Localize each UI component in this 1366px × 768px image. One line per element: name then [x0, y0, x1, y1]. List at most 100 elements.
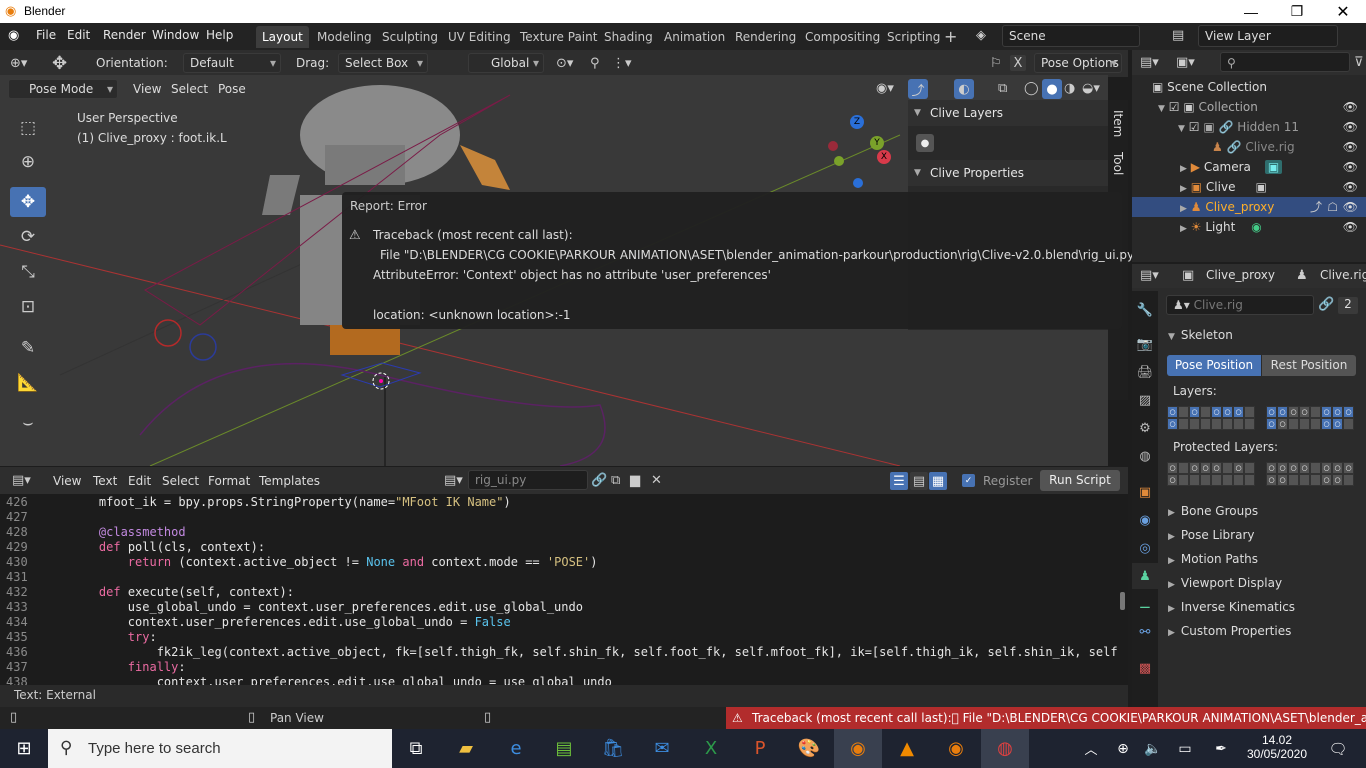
- layer-toggle[interactable]: [1288, 418, 1299, 430]
- chrome-icon[interactable]: ◍: [981, 729, 1029, 768]
- layer-toggle[interactable]: ○: [1167, 462, 1178, 474]
- layer-toggle[interactable]: [1178, 406, 1189, 418]
- maximize-button[interactable]: ❐: [1274, 0, 1320, 23]
- protected-layers-right[interactable]: ○ ○ ○ ○ ○ ○ ○ ○ ○ ○ ○: [1266, 462, 1354, 486]
- axis-neg-y-icon[interactable]: [834, 156, 844, 166]
- text-menu-text[interactable]: Text: [93, 474, 117, 488]
- rest-position-button[interactable]: Rest Position: [1262, 355, 1356, 376]
- scale-tool[interactable]: ⤡: [10, 257, 46, 287]
- editor-type-icon[interactable]: ⊕▾: [10, 56, 27, 71]
- tab-sculpting[interactable]: Sculpting: [376, 26, 444, 48]
- layer-toggle[interactable]: [1178, 462, 1189, 474]
- armature-data-tab-icon[interactable]: ♟: [1132, 563, 1158, 589]
- tab-compositing[interactable]: Compositing: [799, 26, 886, 48]
- outliner-row-camera[interactable]: ▶ ▶ Camera ▣ 👁: [1132, 157, 1366, 177]
- layer-toggle[interactable]: [1310, 474, 1321, 486]
- snap-element-icon[interactable]: ⋮▾: [612, 56, 632, 71]
- powerpoint-icon[interactable]: P: [736, 729, 784, 768]
- new-text-icon[interactable]: ⧉: [611, 473, 620, 488]
- code-line[interactable]: 435 try:: [0, 630, 1118, 645]
- layer-toggle[interactable]: [1299, 474, 1310, 486]
- text-browse-icon[interactable]: ▤▾: [444, 473, 463, 488]
- scene-field[interactable]: Scene: [1002, 25, 1140, 47]
- tab-animation[interactable]: Animation: [658, 26, 731, 48]
- properties-editor-type-icon[interactable]: ▤▾: [1140, 268, 1159, 283]
- overlay-toggle-icon[interactable]: ◐: [954, 79, 974, 99]
- excel-icon[interactable]: X: [687, 729, 735, 768]
- rendered-shading-icon[interactable]: ◒▾: [1082, 81, 1100, 96]
- layer-toggle[interactable]: ○: [1299, 406, 1310, 418]
- code-line[interactable]: 437 finally:: [0, 660, 1118, 675]
- bone-layers-right[interactable]: ○ ○ ○ ○ ○ ○ ○ ○ ○ ○ ○: [1266, 406, 1354, 430]
- taskbar-clock[interactable]: 14.02 30/05/2020: [1242, 731, 1312, 766]
- viewport-menu-pose[interactable]: Pose: [218, 82, 246, 96]
- mode-dropdown[interactable]: Pose Mode ▾: [8, 79, 118, 99]
- protected-layers-left[interactable]: ○ ○ ○ ○ ○ ○: [1167, 462, 1255, 486]
- layer-toggle[interactable]: [1288, 474, 1299, 486]
- menu-help[interactable]: Help: [206, 28, 233, 42]
- text-menu-edit[interactable]: Edit: [128, 474, 151, 488]
- layer-toggle[interactable]: [1310, 418, 1321, 430]
- show-hidden-icons[interactable]: ︿: [1080, 729, 1102, 768]
- viewport-menu-select[interactable]: Select: [171, 82, 208, 96]
- text-menu-templates[interactable]: Templates: [259, 474, 320, 488]
- inverse-kinematics-panel-header[interactable]: ▶ Inverse Kinematics: [1168, 600, 1295, 614]
- notepad-icon[interactable]: ▤: [540, 729, 588, 768]
- layer-toggle[interactable]: [1310, 406, 1321, 418]
- tab-modeling[interactable]: Modeling: [311, 26, 378, 48]
- layer-toggle[interactable]: [1178, 474, 1189, 486]
- armature-datablock-field[interactable]: ♟▾ Clive.rig: [1166, 295, 1314, 315]
- word-wrap-toggle-icon[interactable]: ▤: [910, 472, 928, 490]
- outliner-search-input[interactable]: ⚲: [1220, 52, 1350, 72]
- layer-toggle[interactable]: [1189, 474, 1200, 486]
- tab-item[interactable]: Item: [1111, 110, 1125, 137]
- outliner-scene-collection[interactable]: ▣ Scene Collection: [1132, 77, 1366, 97]
- outliner-row-hidden-11[interactable]: ▼ ☑ ▣ 🔗 Hidden 11 👁: [1132, 117, 1366, 137]
- text-menu-view[interactable]: View: [53, 474, 81, 488]
- modifier-tab-icon[interactable]: ◉: [1132, 507, 1158, 533]
- bone-groups-panel-header[interactable]: ▶ Bone Groups: [1168, 504, 1258, 518]
- code-line[interactable]: 436 fk2ik_leg(context.active_object, fk=…: [0, 645, 1118, 660]
- tab-texture-paint[interactable]: Texture Paint: [514, 26, 603, 48]
- unlink-text-icon[interactable]: ✕: [651, 473, 662, 488]
- users-count[interactable]: 2: [1338, 297, 1358, 314]
- volume-icon[interactable]: 🔈: [1140, 729, 1166, 768]
- viewport-display-panel-header[interactable]: ▶ Viewport Display: [1168, 576, 1282, 590]
- close-button[interactable]: ✕: [1320, 0, 1366, 23]
- pen-icon[interactable]: ✒: [1206, 729, 1236, 768]
- layer-toggle[interactable]: ○: [1288, 406, 1299, 418]
- display-mode-icon[interactable]: ▣▾: [1176, 55, 1195, 70]
- x-mirror-button[interactable]: X: [1010, 55, 1026, 71]
- layer-toggle[interactable]: ○: [1343, 406, 1354, 418]
- viewport-menu-view[interactable]: View: [133, 82, 161, 96]
- tool-tab-icon[interactable]: 🔧: [1132, 297, 1158, 323]
- layer-toggle[interactable]: [1233, 474, 1244, 486]
- menu-file[interactable]: File: [36, 28, 56, 42]
- view-layer-icon[interactable]: ▤: [1172, 28, 1184, 43]
- layer-toggle[interactable]: ○: [1288, 462, 1299, 474]
- code-line[interactable]: 428 @classmethod: [0, 525, 1118, 540]
- layer-toggle[interactable]: ○: [1167, 418, 1178, 430]
- code-line[interactable]: 432 def execute(self, context):: [0, 585, 1118, 600]
- axis-neg-x-icon[interactable]: [828, 141, 838, 151]
- layer-toggle[interactable]: ○: [1189, 406, 1200, 418]
- text-file-field[interactable]: rig_ui.py: [468, 470, 588, 490]
- pose-options-dropdown[interactable]: Pose Options ▾: [1034, 53, 1122, 73]
- text-editor[interactable]: 426 mfoot_ik = bpy.props.StringProperty(…: [0, 467, 1128, 685]
- store-icon[interactable]: 🛍: [589, 729, 637, 768]
- layer-toggle[interactable]: [1211, 418, 1222, 430]
- xray-icon[interactable]: ⧉: [998, 81, 1007, 96]
- orientation-dropdown[interactable]: Default ▾: [183, 53, 281, 73]
- text-editor-type-icon[interactable]: ▤▾: [12, 473, 31, 488]
- layer-toggle[interactable]: [1244, 418, 1255, 430]
- layer-toggle[interactable]: ○: [1266, 406, 1277, 418]
- view-layer-field[interactable]: View Layer: [1198, 25, 1338, 47]
- layer-toggle[interactable]: ○: [1222, 406, 1233, 418]
- layer-toggle[interactable]: ○: [1189, 462, 1200, 474]
- scene-tab-icon[interactable]: ⚙: [1132, 415, 1158, 441]
- notifications-icon[interactable]: 🗨: [1318, 729, 1358, 768]
- solid-shading-icon[interactable]: ●: [1042, 79, 1062, 99]
- text-menu-select[interactable]: Select: [162, 474, 199, 488]
- transform-orientation-dropdown[interactable]: Global ▾: [468, 53, 544, 73]
- layer-toggle[interactable]: ○: [1233, 406, 1244, 418]
